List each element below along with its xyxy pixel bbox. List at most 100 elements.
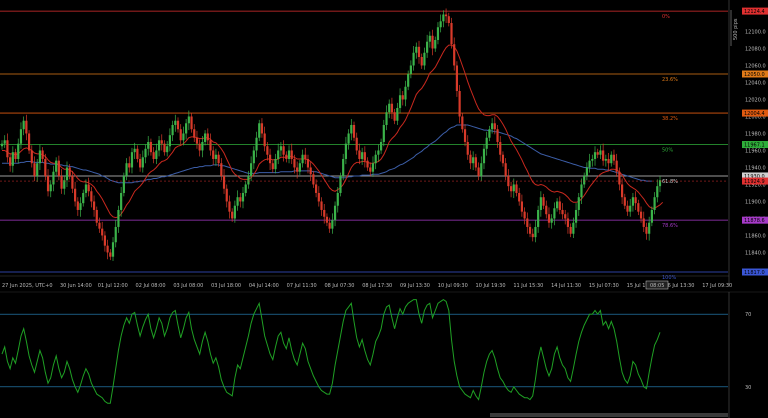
candle-body-101 (274, 158, 277, 170)
candle-body-33 (90, 191, 93, 202)
candle-body-182 (493, 123, 496, 130)
candle-body-41 (111, 242, 115, 257)
candle-body-221 (599, 150, 602, 155)
candle-body-29 (79, 203, 82, 210)
time-label-0: 27 Jun 2025, UTC+0 (2, 283, 53, 289)
ema-fast-line (2, 44, 664, 219)
candle-body-184 (499, 141, 502, 155)
candle-body-38 (103, 235, 106, 246)
fib-tag-5: 11878.6 (744, 218, 765, 224)
candle-body-37 (101, 228, 104, 236)
candle-body-55 (149, 141, 153, 153)
candle-body-167 (453, 44, 456, 66)
candle-body-106 (287, 150, 291, 159)
candle-body-241 (653, 197, 656, 210)
candle-body-159 (431, 35, 434, 49)
candle-body-4 (11, 152, 14, 166)
candle-body-210 (569, 226, 572, 234)
candle-body-103 (279, 146, 283, 151)
candle-body-173 (469, 154, 472, 164)
candle-body-158 (428, 35, 431, 42)
candle-body-171 (463, 129, 467, 142)
candle-body-51 (138, 158, 142, 168)
candle-body-214 (580, 184, 583, 198)
candle-body-77 (209, 140, 212, 151)
candle-body-236 (639, 211, 643, 219)
candle-body-32 (87, 184, 90, 192)
candle-body-170 (461, 116, 464, 130)
candle-body-93 (252, 150, 255, 164)
candle-body-162 (439, 21, 442, 28)
candle-body-98 (266, 146, 269, 155)
candle-body-60 (163, 143, 166, 153)
fibonacci-levels: 0%23.6%38.2%50%61.8%78.6%100% (0, 10, 728, 281)
candle-body-94 (255, 137, 258, 151)
candle-body-26 (71, 175, 74, 189)
candle-body-0 (0, 143, 4, 147)
time-label-1: 30 Jun 14:00 (60, 283, 92, 289)
candle-body-201 (545, 205, 548, 215)
candle-body-144 (390, 103, 394, 113)
candle-body-198 (537, 209, 540, 227)
candle-body-131 (355, 137, 358, 151)
scale-label: 500 pips (733, 18, 739, 40)
candle-body-211 (572, 222, 575, 234)
moving-averages (2, 44, 664, 219)
fib-tag-0: 12124.4 (744, 9, 765, 15)
time-label-15: 15 Jul 07:30 (589, 283, 619, 289)
candle-body-28 (76, 201, 79, 210)
candle-body-95 (258, 123, 261, 138)
candle-body-209 (566, 218, 570, 227)
candle-body-110 (298, 163, 301, 172)
candle-body-11 (30, 150, 33, 164)
price-tick-10: 11900.0 (745, 199, 766, 205)
price-tick-13: 11840.0 (745, 250, 766, 256)
candle-body-115 (312, 174, 315, 185)
candle-body-177 (480, 163, 483, 176)
candle-body-185 (501, 154, 505, 164)
price-tick-12: 11860.0 (745, 233, 766, 239)
candle-body-102 (277, 150, 280, 159)
candle-body-119 (323, 209, 326, 217)
candle-body-190 (515, 184, 518, 193)
candle-body-91 (247, 175, 250, 185)
candle-body-178 (482, 148, 486, 164)
candle-body-132 (358, 150, 361, 159)
candle-body-78 (212, 150, 215, 159)
candle-body-100 (271, 163, 274, 170)
candle-body-140 (379, 141, 383, 151)
candle-body-137 (371, 163, 375, 172)
candle-body-79 (214, 154, 218, 159)
osc-level-label-1: 30 (745, 385, 751, 391)
candle-body-238 (645, 226, 648, 234)
candle-body-157 (426, 41, 429, 53)
candle-body-57 (155, 150, 158, 159)
candle-body-59 (160, 140, 163, 144)
candle-body-6 (17, 143, 20, 159)
time-label-11: 10 Jul 09:30 (438, 283, 468, 289)
candle-body-10 (27, 133, 31, 151)
trading-chart-window: 0% 23.6% 38.2% 50% 61.8% 78.6% 100% 12100.0 120… (0, 0, 768, 418)
price-chart-svg[interactable]: 0%23.6%38.2%50%61.8%78.6%100% 12100.0120… (0, 0, 768, 418)
candle-body-8 (22, 120, 25, 130)
candle-body-200 (542, 197, 545, 206)
candle-body-81 (220, 163, 223, 176)
candle-body-30 (82, 192, 85, 204)
candle-body-122 (331, 220, 334, 229)
candle-body-229 (620, 184, 624, 198)
candle-body-15 (41, 150, 44, 159)
candle-body-112 (304, 154, 307, 159)
candle-body-186 (504, 163, 507, 176)
fib-label-4: 61.8% (662, 179, 678, 185)
candle-body-97 (263, 133, 266, 147)
candle-body-225 (610, 154, 613, 164)
candle-body-202 (547, 214, 551, 223)
oscillator-pane: 70 30 (0, 291, 768, 418)
fib-label-0: 0% (662, 14, 670, 20)
candle-body-27 (74, 188, 77, 202)
candle-body-148 (401, 95, 404, 100)
candle-body-16 (44, 158, 47, 176)
fib-label-5: 78.6% (662, 223, 678, 229)
candle-body-104 (282, 146, 285, 155)
candle-body-75 (203, 133, 207, 142)
